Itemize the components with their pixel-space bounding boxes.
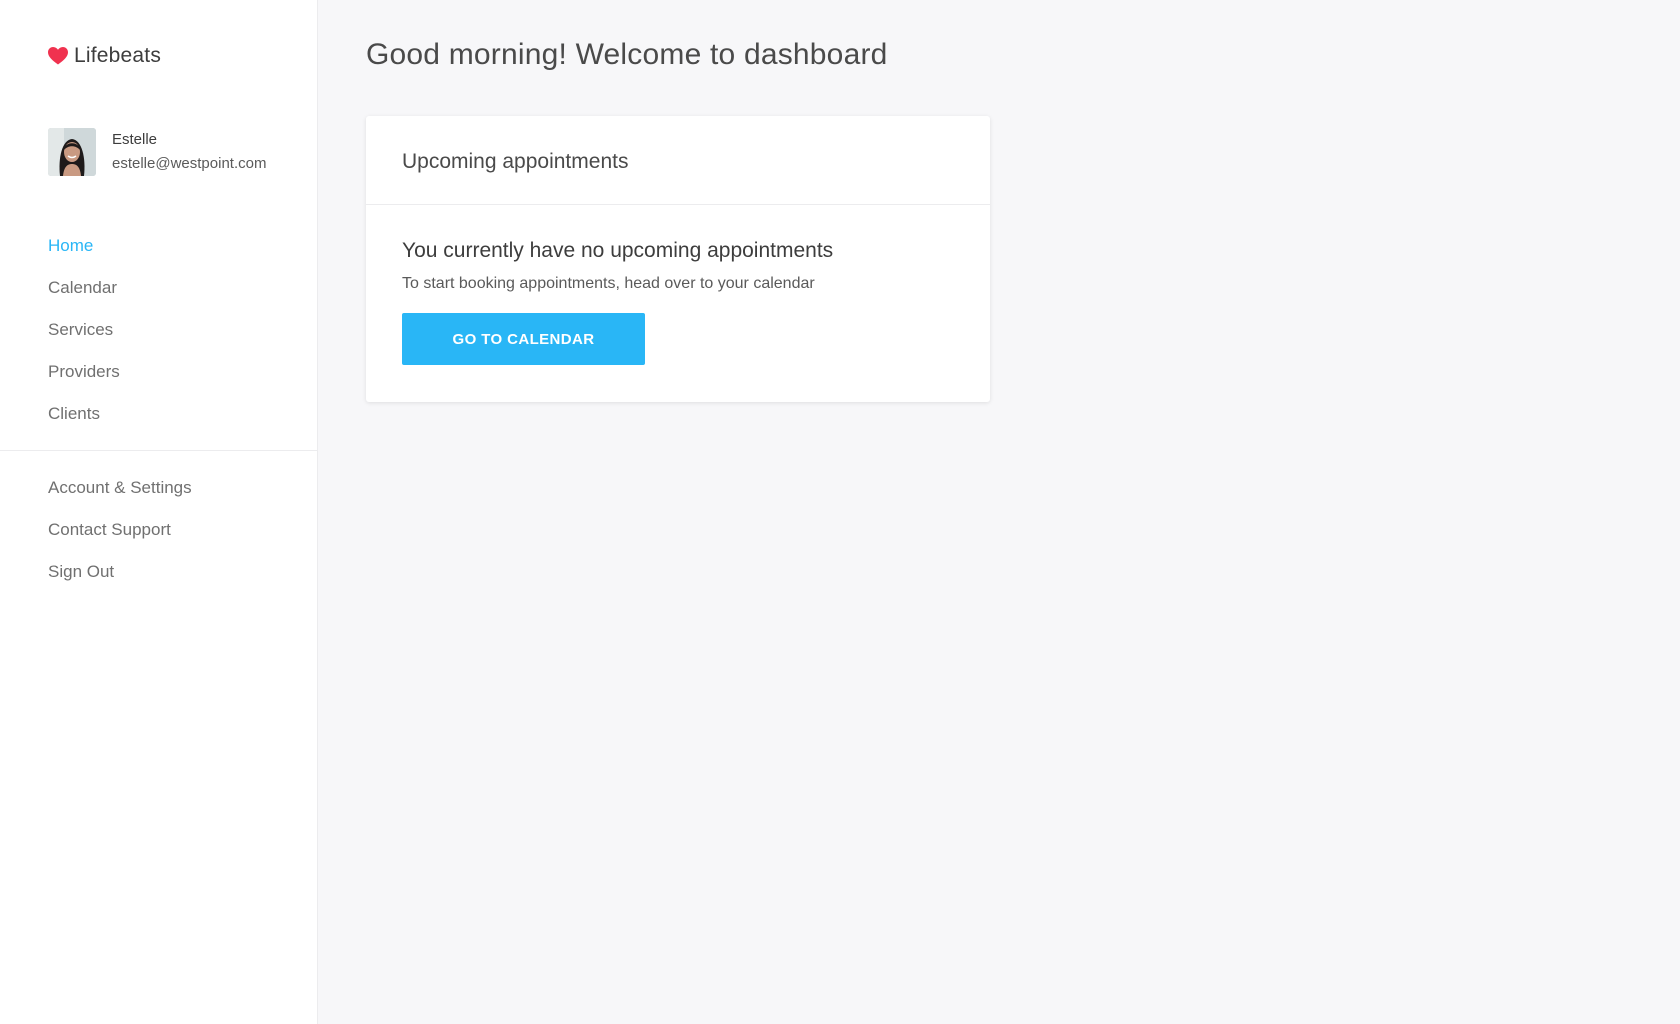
page-title: Good morning! Welcome to dashboard [366, 38, 888, 71]
user-info: Estelle estelle@westpoint.com [112, 130, 266, 174]
card-body: You currently have no upcoming appointme… [366, 205, 990, 365]
card-header: Upcoming appointments [366, 116, 990, 205]
heart-icon [48, 47, 68, 65]
user-name: Estelle [112, 131, 158, 148]
secondary-nav: Account & Settings Contact Support Sign … [48, 472, 192, 598]
primary-nav: Home Calendar Services Providers Clients [48, 230, 120, 440]
user-email: estelle@westpoint.com [112, 155, 267, 172]
empty-state-text: To start booking appointments, head over… [402, 275, 815, 292]
nav-item-contact-support[interactable]: Contact Support [48, 514, 192, 556]
nav-item-services[interactable]: Services [48, 314, 120, 356]
nav-item-sign-out[interactable]: Sign Out [48, 556, 192, 598]
go-to-calendar-button[interactable]: GO TO CALENDAR [402, 313, 645, 365]
upcoming-appointments-card: Upcoming appointments You currently have… [366, 116, 990, 402]
avatar [48, 128, 96, 176]
nav-item-account-settings[interactable]: Account & Settings [48, 472, 192, 514]
empty-state-title: You currently have no upcoming appointme… [402, 239, 834, 262]
user-profile[interactable]: Estelle estelle@westpoint.com [48, 128, 266, 176]
nav-item-home[interactable]: Home [48, 230, 120, 272]
nav-item-calendar[interactable]: Calendar [48, 272, 120, 314]
nav-item-providers[interactable]: Providers [48, 356, 120, 398]
sidebar: Lifebeats Estelle estelle@westpoint.com … [0, 0, 318, 1024]
brand-name: Lifebeats [74, 44, 162, 67]
nav-item-clients[interactable]: Clients [48, 398, 120, 440]
brand-logo[interactable]: Lifebeats [48, 44, 161, 68]
sidebar-divider [0, 450, 318, 451]
